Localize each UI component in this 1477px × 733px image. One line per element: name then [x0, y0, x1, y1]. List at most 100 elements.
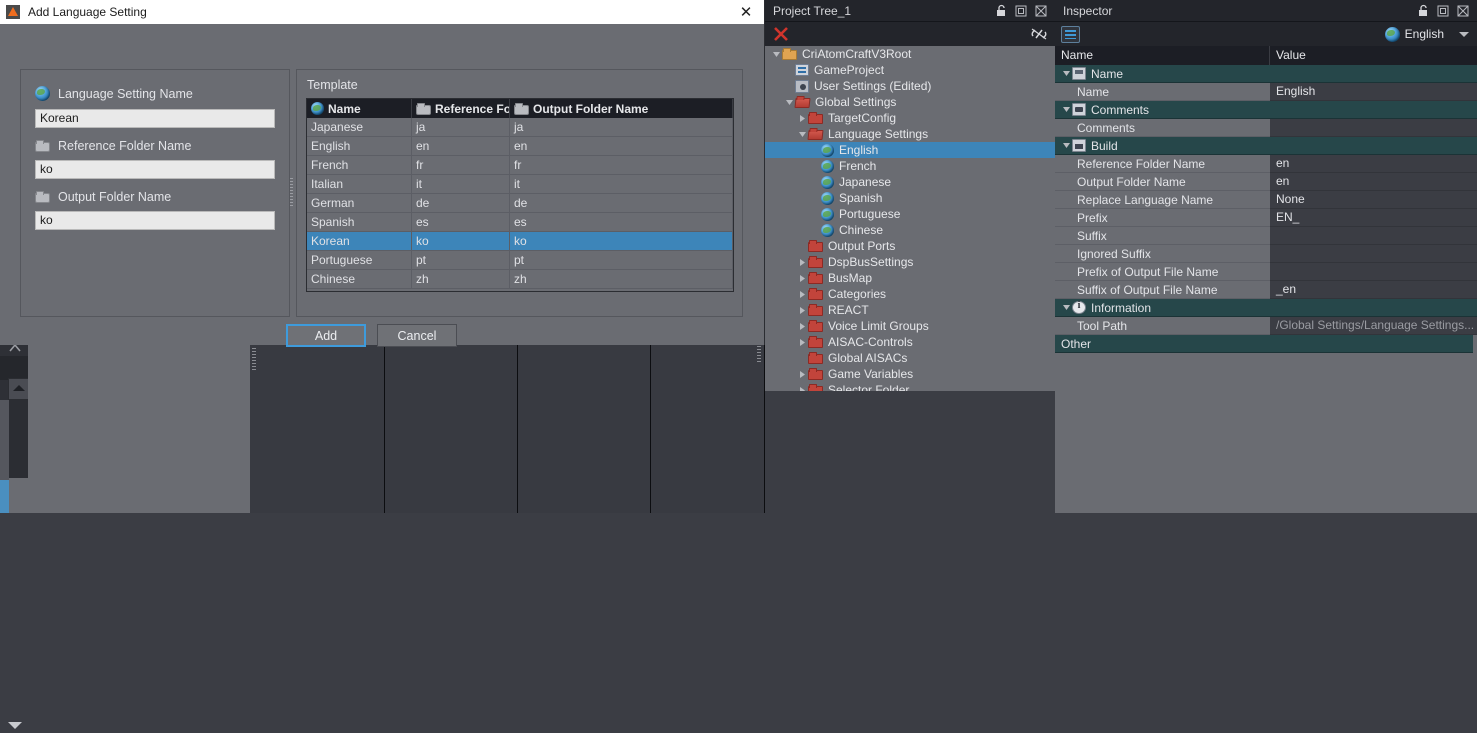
property-row[interactable]: Suffix [1055, 227, 1477, 245]
tree-node-game-variables[interactable]: Game Variables [765, 366, 1055, 382]
property-group-header[interactable]: Build [1055, 137, 1477, 155]
language-setting-name-input[interactable]: Korean [35, 109, 275, 128]
table-row[interactable]: German de de [307, 194, 733, 213]
scroll-up-button[interactable] [8, 378, 30, 400]
property-row[interactable]: Reference Folder Name en [1055, 155, 1477, 173]
twist-closed-icon[interactable] [797, 110, 808, 126]
tree-node-criatomcraftv3root[interactable]: CriAtomCraftV3Root [765, 46, 1055, 62]
property-value[interactable]: English [1270, 83, 1477, 101]
twist-closed-icon[interactable] [797, 286, 808, 302]
table-row[interactable]: French fr fr [307, 156, 733, 175]
property-value[interactable]: en [1270, 155, 1477, 173]
property-value[interactable]: en [1270, 173, 1477, 191]
column-header-value[interactable]: Value [1270, 46, 1477, 65]
property-value[interactable] [1270, 137, 1477, 155]
column-header-output-folder[interactable]: Output Folder Name [510, 99, 733, 118]
maximize-icon[interactable] [1433, 2, 1453, 20]
splitter-grip[interactable] [252, 348, 256, 370]
property-value[interactable]: /Global Settings/Language Settings... [1270, 317, 1477, 335]
tree-node-french[interactable]: French [765, 158, 1055, 174]
expand-arrow-button[interactable] [0, 356, 28, 729]
twist-closed-icon[interactable] [797, 302, 808, 318]
tree-node-react[interactable]: REACT [765, 302, 1055, 318]
table-row[interactable]: Italian it it [307, 175, 733, 194]
tree-node-aisac-controls[interactable]: AISAC-Controls [765, 334, 1055, 350]
property-value[interactable] [1270, 263, 1477, 281]
twist-closed-icon[interactable] [797, 334, 808, 350]
tree-node-gameproject[interactable]: GameProject [765, 62, 1055, 78]
list-view-icon[interactable] [1061, 25, 1080, 43]
twist-open-icon[interactable] [784, 94, 795, 110]
property-row[interactable]: Output Folder Name en [1055, 173, 1477, 191]
property-group-header[interactable]: Information [1055, 299, 1477, 317]
property-value[interactable]: EN_ [1270, 209, 1477, 227]
output-folder-name-input[interactable]: ko [35, 211, 275, 230]
property-value[interactable] [1270, 299, 1477, 317]
project-tree-list[interactable]: CriAtomCraftV3Root GameProject User Settin… [765, 46, 1055, 391]
tree-node-dspbussettings[interactable]: DspBusSettings [765, 254, 1055, 270]
reference-folder-name-input[interactable]: ko [35, 160, 275, 179]
table-row[interactable]: Japanese ja ja [307, 118, 733, 137]
tree-node-voice-limit-groups[interactable]: Voice Limit Groups [765, 318, 1055, 334]
property-value[interactable] [1270, 101, 1477, 119]
twist-closed-icon[interactable] [797, 270, 808, 286]
tree-node-output-ports[interactable]: Output Ports [765, 238, 1055, 254]
inspector-property-list[interactable]: Name Name English Comments Comments Build Refe… [1055, 65, 1477, 353]
unlock-icon[interactable] [1413, 2, 1433, 20]
tree-node-portuguese[interactable]: Portuguese [765, 206, 1055, 222]
property-value[interactable]: _en [1270, 281, 1477, 299]
tree-node-global-settings[interactable]: Global Settings [765, 94, 1055, 110]
tree-node-targetconfig[interactable]: TargetConfig [765, 110, 1055, 126]
property-row[interactable]: Replace Language Name None [1055, 191, 1477, 209]
property-row[interactable]: Tool Path/Global Settings/Language Setti… [1055, 317, 1477, 335]
tree-node-chinese[interactable]: Chinese [765, 222, 1055, 238]
tree-node-selector-folder[interactable]: Selector Folder [765, 382, 1055, 391]
tree-node-english[interactable]: English [765, 142, 1055, 158]
column-header-name[interactable]: Name [1055, 46, 1270, 65]
column-header-name[interactable]: Name [307, 99, 412, 118]
twist-closed-icon[interactable] [797, 366, 808, 382]
delete-icon[interactable] [771, 25, 791, 43]
template-table[interactable]: Name Reference Fold Output Folder Name J… [306, 98, 734, 292]
property-group-header[interactable]: Other [1055, 335, 1477, 353]
twist-open-icon[interactable] [1061, 300, 1072, 316]
add-button[interactable]: Add [286, 324, 366, 347]
tree-node-user-settings-edited[interactable]: User Settings (Edited) [765, 78, 1055, 94]
tree-node-busmap[interactable]: BusMap [765, 270, 1055, 286]
twist-closed-icon[interactable] [797, 318, 808, 334]
twist-open-icon[interactable] [1061, 138, 1072, 154]
property-value[interactable] [1270, 119, 1477, 137]
property-value[interactable] [1270, 245, 1477, 263]
dialog-splitter[interactable] [288, 69, 295, 317]
property-row[interactable]: Name English [1055, 83, 1477, 101]
twist-open-icon[interactable] [797, 126, 808, 142]
twist-open-icon[interactable] [771, 46, 782, 62]
property-row[interactable]: Comments [1055, 119, 1477, 137]
unlink-icon[interactable] [1029, 25, 1049, 43]
close-icon[interactable] [1031, 2, 1051, 20]
tree-node-spanish[interactable]: Spanish [765, 190, 1055, 206]
language-selector[interactable]: English [1384, 26, 1471, 42]
unlock-icon[interactable] [991, 2, 1011, 20]
tree-node-global-aisacs[interactable]: Global AISACs [765, 350, 1055, 366]
property-value[interactable]: None [1270, 191, 1477, 209]
vertical-scrollbar-thumb[interactable] [9, 478, 30, 513]
maximize-icon[interactable] [1011, 2, 1031, 20]
tree-node-language-settings[interactable]: Language Settings [765, 126, 1055, 142]
property-row[interactable]: Prefix EN_ [1055, 209, 1477, 227]
property-group-header[interactable]: Comments [1055, 101, 1477, 119]
property-value[interactable] [1270, 65, 1477, 83]
close-icon[interactable] [1453, 2, 1473, 20]
twist-open-icon[interactable] [1061, 102, 1072, 118]
column-header-reference-folder[interactable]: Reference Fold [412, 99, 510, 118]
tree-node-japanese[interactable]: Japanese [765, 174, 1055, 190]
table-row[interactable]: Portuguese pt pt [307, 251, 733, 270]
tree-node-categories[interactable]: Categories [765, 286, 1055, 302]
table-row[interactable]: Chinese zh zh [307, 270, 733, 289]
property-value[interactable] [1270, 227, 1477, 245]
cancel-button[interactable]: Cancel [377, 324, 457, 347]
property-row[interactable]: Ignored Suffix [1055, 245, 1477, 263]
property-group-header[interactable]: Name [1055, 65, 1477, 83]
twist-closed-icon[interactable] [797, 382, 808, 391]
twist-closed-icon[interactable] [797, 254, 808, 270]
